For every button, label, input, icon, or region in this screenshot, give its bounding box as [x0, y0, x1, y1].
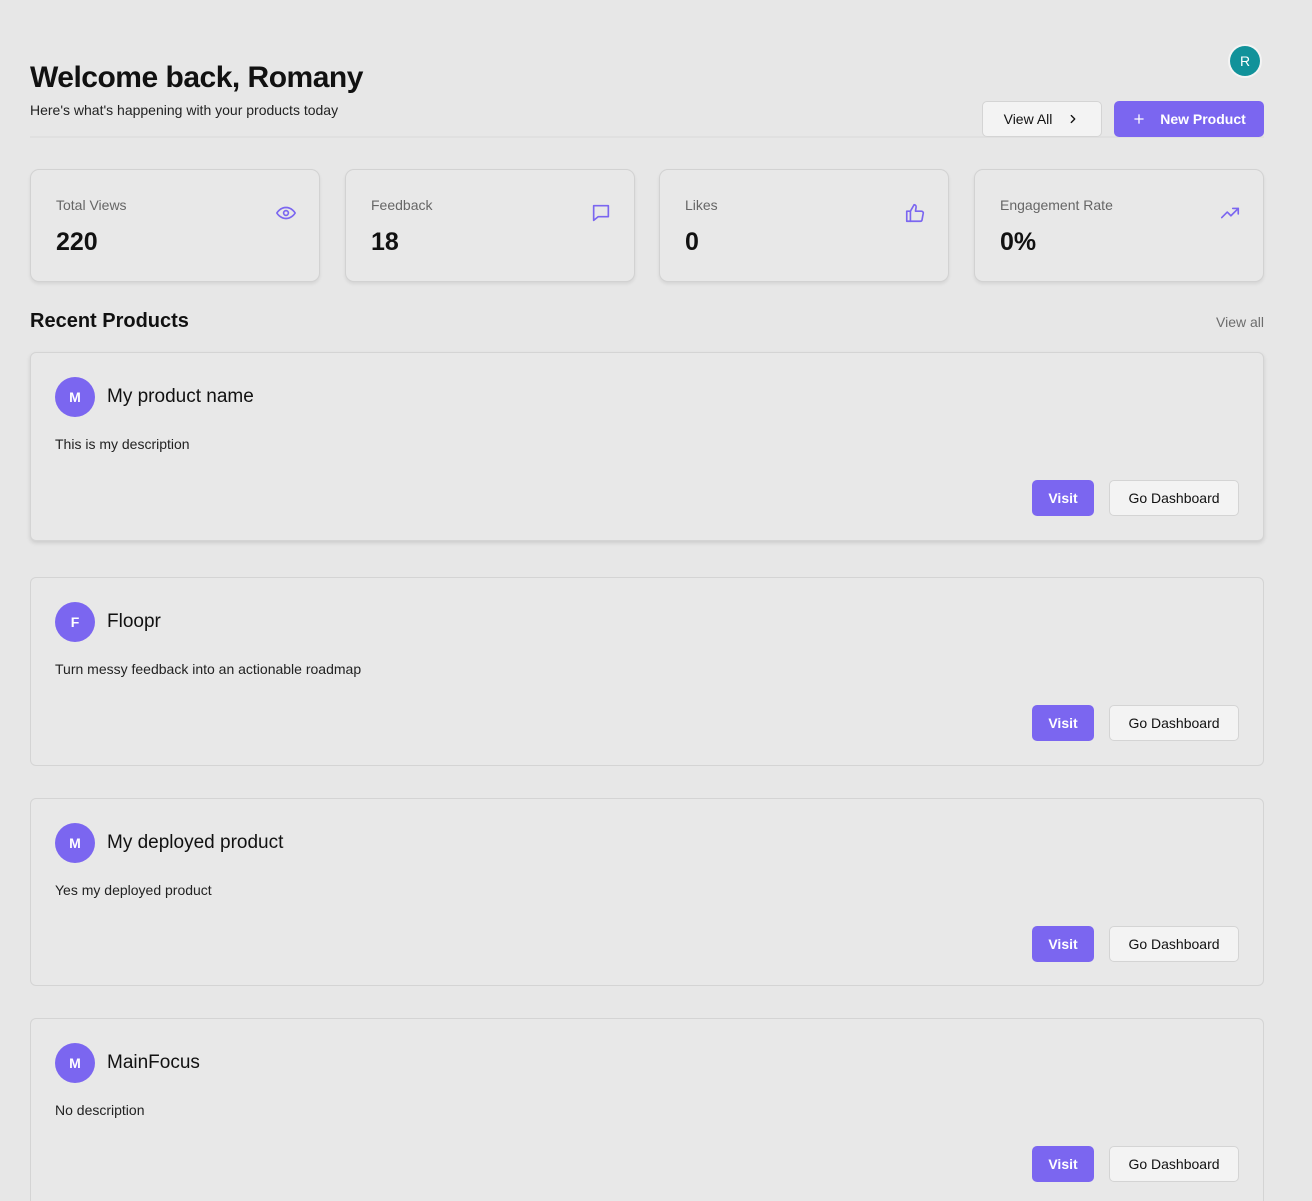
page-subtitle: Here's what's happening with your produc… — [30, 102, 339, 118]
dashboard-page: R Welcome back, Romany Here's what's hap… — [0, 0, 1312, 1201]
stat-card-likes: Likes 0 — [659, 169, 949, 282]
eye-icon — [276, 206, 296, 220]
stat-value: 18 — [371, 228, 399, 256]
stat-card-feedback: Feedback 18 — [345, 169, 635, 282]
product-description: Turn messy feedback into an actionable r… — [55, 661, 362, 677]
product-avatar: F — [55, 602, 95, 642]
go-dashboard-button[interactable]: Go Dashboard — [1109, 480, 1239, 516]
trending-up-icon — [1220, 207, 1240, 219]
stat-label: Total Views — [56, 197, 127, 213]
go-dashboard-button[interactable]: Go Dashboard — [1109, 926, 1239, 962]
visit-button[interactable]: Visit — [1032, 926, 1094, 962]
visit-button[interactable]: Visit — [1032, 1146, 1094, 1182]
product-card: M MainFocus No description Visit Go Dash… — [30, 1018, 1264, 1201]
product-card: M My product name This is my description… — [30, 352, 1264, 541]
chevron-right-icon — [1070, 114, 1076, 124]
new-product-button[interactable]: New Product — [1114, 101, 1264, 137]
plus-icon — [1134, 114, 1144, 124]
product-name: MainFocus — [107, 1052, 200, 1073]
stat-value: 0 — [685, 228, 699, 256]
view-all-button[interactable]: View All — [982, 101, 1102, 137]
go-dashboard-button[interactable]: Go Dashboard — [1109, 1146, 1239, 1182]
stat-card-engagement-rate: Engagement Rate 0% — [974, 169, 1264, 282]
product-avatar: M — [55, 377, 95, 417]
product-card: F Floopr Turn messy feedback into an act… — [30, 577, 1264, 766]
product-name: My deployed product — [107, 832, 284, 853]
view-all-products-link[interactable]: View all — [1216, 314, 1264, 330]
page-title: Welcome back, Romany — [30, 61, 363, 94]
thumbs-up-icon — [905, 203, 925, 223]
go-dashboard-button[interactable]: Go Dashboard — [1109, 705, 1239, 741]
visit-button[interactable]: Visit — [1032, 705, 1094, 741]
stat-label: Feedback — [371, 197, 433, 213]
view-all-button-label: View All — [1003, 111, 1053, 127]
product-description: Yes my deployed product — [55, 882, 212, 898]
stat-label: Engagement Rate — [1000, 197, 1113, 213]
stat-value: 0% — [1000, 228, 1037, 256]
stat-card-total-views: Total Views 220 — [30, 169, 320, 282]
message-icon — [592, 204, 610, 222]
product-description: No description — [55, 1102, 145, 1118]
page-header: Welcome back, Romany Here's what's happe… — [30, 58, 1264, 138]
product-name: My product name — [107, 386, 254, 407]
visit-button[interactable]: Visit — [1032, 480, 1094, 516]
new-product-button-label: New Product — [1160, 111, 1246, 127]
product-avatar: M — [55, 823, 95, 863]
product-name: Floopr — [107, 611, 161, 632]
product-description: This is my description — [55, 436, 190, 452]
product-card: M My deployed product Yes my deployed pr… — [30, 798, 1264, 986]
stat-label: Likes — [685, 197, 718, 213]
recent-products-title: Recent Products — [30, 310, 189, 332]
stat-value: 220 — [56, 228, 98, 256]
product-avatar: M — [55, 1043, 95, 1083]
